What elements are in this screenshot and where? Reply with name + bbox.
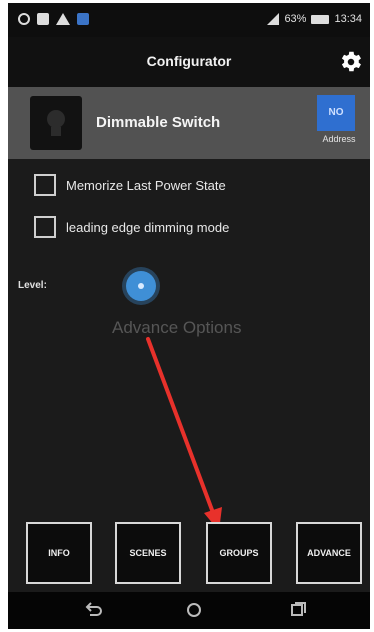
battery-percent: 63% <box>284 13 307 25</box>
leading-edge-label: leading edge dimming mode <box>66 219 230 235</box>
device-name: Dimmable Switch <box>96 114 221 131</box>
back-icon[interactable] <box>82 600 104 620</box>
memorize-power-label: Memorize Last Power State <box>66 177 226 193</box>
android-nav-bar <box>8 592 370 629</box>
info-button[interactable]: INFO <box>26 522 92 584</box>
advance-button[interactable]: ADVANCE <box>296 522 362 584</box>
memorize-power-option[interactable]: Memorize Last Power State <box>34 174 226 196</box>
scenes-button[interactable]: SCENES <box>115 522 181 584</box>
signal-icon <box>267 13 280 25</box>
address-badge: NO <box>317 95 355 131</box>
device-thumbnail <box>30 96 82 150</box>
leading-edge-option[interactable]: leading edge dimming mode <box>34 216 229 238</box>
page-title: Configurator <box>146 53 232 69</box>
advance-options-link[interactable]: Advance Options <box>112 318 241 338</box>
home-icon[interactable] <box>183 600 205 620</box>
groups-button[interactable]: GROUPS <box>206 522 272 584</box>
phone-screen: 63% 13:34 Configurator Dimmable Switch N… <box>8 3 370 629</box>
leading-edge-checkbox[interactable] <box>34 216 56 238</box>
level-label: Level: <box>18 280 47 291</box>
gear-icon[interactable] <box>338 49 364 75</box>
recents-icon[interactable] <box>286 600 308 620</box>
level-slider-knob[interactable] <box>126 271 156 301</box>
bulb-icon <box>47 110 65 128</box>
status-bar: 63% 13:34 <box>8 3 370 37</box>
address-button[interactable]: NO Address <box>314 95 364 151</box>
whatsapp-icon <box>18 13 30 25</box>
memorize-power-checkbox[interactable] <box>34 174 56 196</box>
warning-icon <box>56 13 70 25</box>
address-label: Address <box>322 134 356 144</box>
title-bar: Configurator <box>8 37 370 87</box>
battery-icon <box>311 14 330 24</box>
clock: 13:34 <box>334 13 362 25</box>
device-header: Dimmable Switch NO Address <box>8 87 370 159</box>
message-icon <box>37 13 49 25</box>
store-icon <box>77 13 89 25</box>
